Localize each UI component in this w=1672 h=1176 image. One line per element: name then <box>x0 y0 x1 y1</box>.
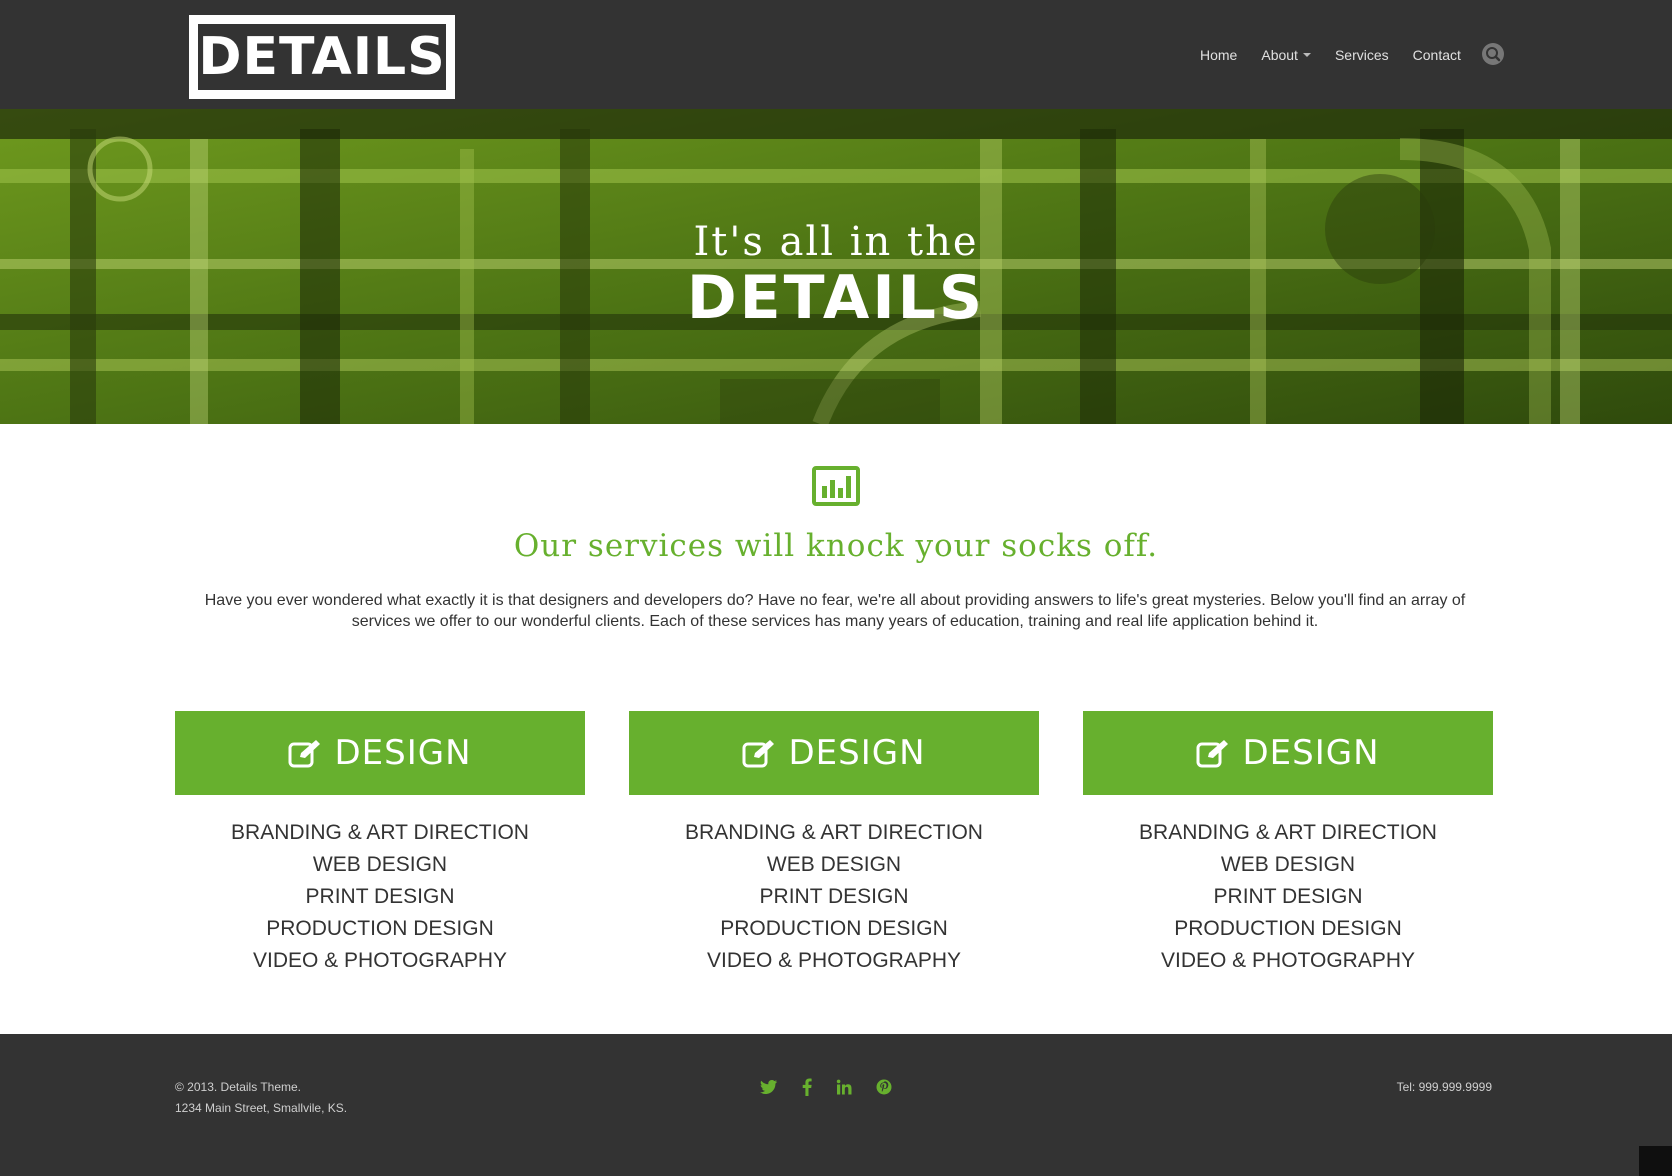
service-item: PRODUCTION DESIGN <box>720 917 948 940</box>
nav-about[interactable]: About <box>1261 47 1311 63</box>
logo[interactable]: DETAILS <box>189 15 455 99</box>
service-item: BRANDING & ART DIRECTION <box>231 821 529 844</box>
bar-chart-icon <box>812 466 860 506</box>
nav-home-label: Home <box>1200 47 1238 63</box>
address-text: 1234 Main Street, Smallvile, KS. <box>175 1101 348 1115</box>
logo-text: DETAILS <box>198 24 446 90</box>
services-intro-text: Have you ever wondered what exactly it i… <box>204 592 1466 630</box>
edit-icon <box>1196 738 1230 768</box>
service-item: PRINT DESIGN <box>759 885 909 908</box>
service-item: VIDEO & PHOTOGRAPHY <box>707 949 961 972</box>
linkedin-icon[interactable] <box>836 1079 852 1095</box>
edit-icon <box>288 738 322 768</box>
hero-line-2: DETAILS <box>686 263 986 333</box>
service-item: PRODUCTION DESIGN <box>266 917 494 940</box>
service-header[interactable]: DESIGN <box>175 711 585 795</box>
service-column-3: DESIGN BRANDING & ART DIRECTION WEB DESI… <box>1083 711 1493 977</box>
nav-contact-label: Contact <box>1412 47 1461 63</box>
service-item: VIDEO & PHOTOGRAPHY <box>253 949 507 972</box>
nav-home[interactable]: Home <box>1200 47 1237 63</box>
phone-number: Tel: 999.999.9999 <box>1396 1080 1492 1094</box>
main-nav: Home About Services Contact <box>1200 40 1485 70</box>
service-list: BRANDING & ART DIRECTION WEB DESIGN PRIN… <box>629 817 1039 977</box>
scroll-corner <box>1639 1146 1672 1176</box>
edit-icon <box>742 738 776 768</box>
service-column-2: DESIGN BRANDING & ART DIRECTION WEB DESI… <box>629 711 1039 977</box>
search-icon <box>1486 47 1501 62</box>
service-header[interactable]: DESIGN <box>1083 711 1493 795</box>
service-column-1: DESIGN BRANDING & ART DIRECTION WEB DESI… <box>175 711 585 977</box>
nav-about-label: About <box>1261 47 1298 63</box>
service-item: PRINT DESIGN <box>305 885 455 908</box>
footer-contact-info: © 2013. Details Theme. 1234 Main Street,… <box>175 1077 347 1119</box>
twitter-icon[interactable] <box>760 1079 778 1095</box>
nav-services-label: Services <box>1334 47 1389 63</box>
service-title: DESIGN <box>788 733 926 773</box>
service-item: VIDEO & PHOTOGRAPHY <box>1161 949 1415 972</box>
service-header[interactable]: DESIGN <box>629 711 1039 795</box>
hero-title: It's all in the DETAILS <box>0 219 1672 331</box>
facebook-icon[interactable] <box>802 1078 812 1096</box>
service-item: WEB DESIGN <box>766 853 902 876</box>
service-title: DESIGN <box>334 733 472 773</box>
service-item: BRANDING & ART DIRECTION <box>1139 821 1437 844</box>
pinterest-icon[interactable] <box>876 1079 892 1095</box>
copyright-text: © 2013. Details Theme. <box>175 1080 302 1094</box>
service-title: DESIGN <box>1242 733 1380 773</box>
site-footer: © 2013. Details Theme. 1234 Main Street,… <box>0 1034 1672 1176</box>
service-item: WEB DESIGN <box>1220 853 1356 876</box>
hero-line-1: It's all in the <box>693 219 979 265</box>
service-item: PRODUCTION DESIGN <box>1174 917 1402 940</box>
nav-services[interactable]: Services <box>1335 47 1389 63</box>
services-heading: Our services will knock your socks off. <box>513 528 1159 564</box>
caret-down-icon <box>1302 53 1311 57</box>
site-header: DETAILS Home About Services Contact <box>0 0 1672 109</box>
service-list: BRANDING & ART DIRECTION WEB DESIGN PRIN… <box>175 817 585 977</box>
hero-banner: It's all in the DETAILS <box>0 109 1672 424</box>
service-item: BRANDING & ART DIRECTION <box>685 821 983 844</box>
social-links <box>760 1078 916 1096</box>
service-list: BRANDING & ART DIRECTION WEB DESIGN PRIN… <box>1083 817 1493 977</box>
nav-contact[interactable]: Contact <box>1413 47 1461 63</box>
service-item: WEB DESIGN <box>312 853 448 876</box>
search-button[interactable] <box>1482 43 1504 65</box>
service-item: PRINT DESIGN <box>1213 885 1363 908</box>
